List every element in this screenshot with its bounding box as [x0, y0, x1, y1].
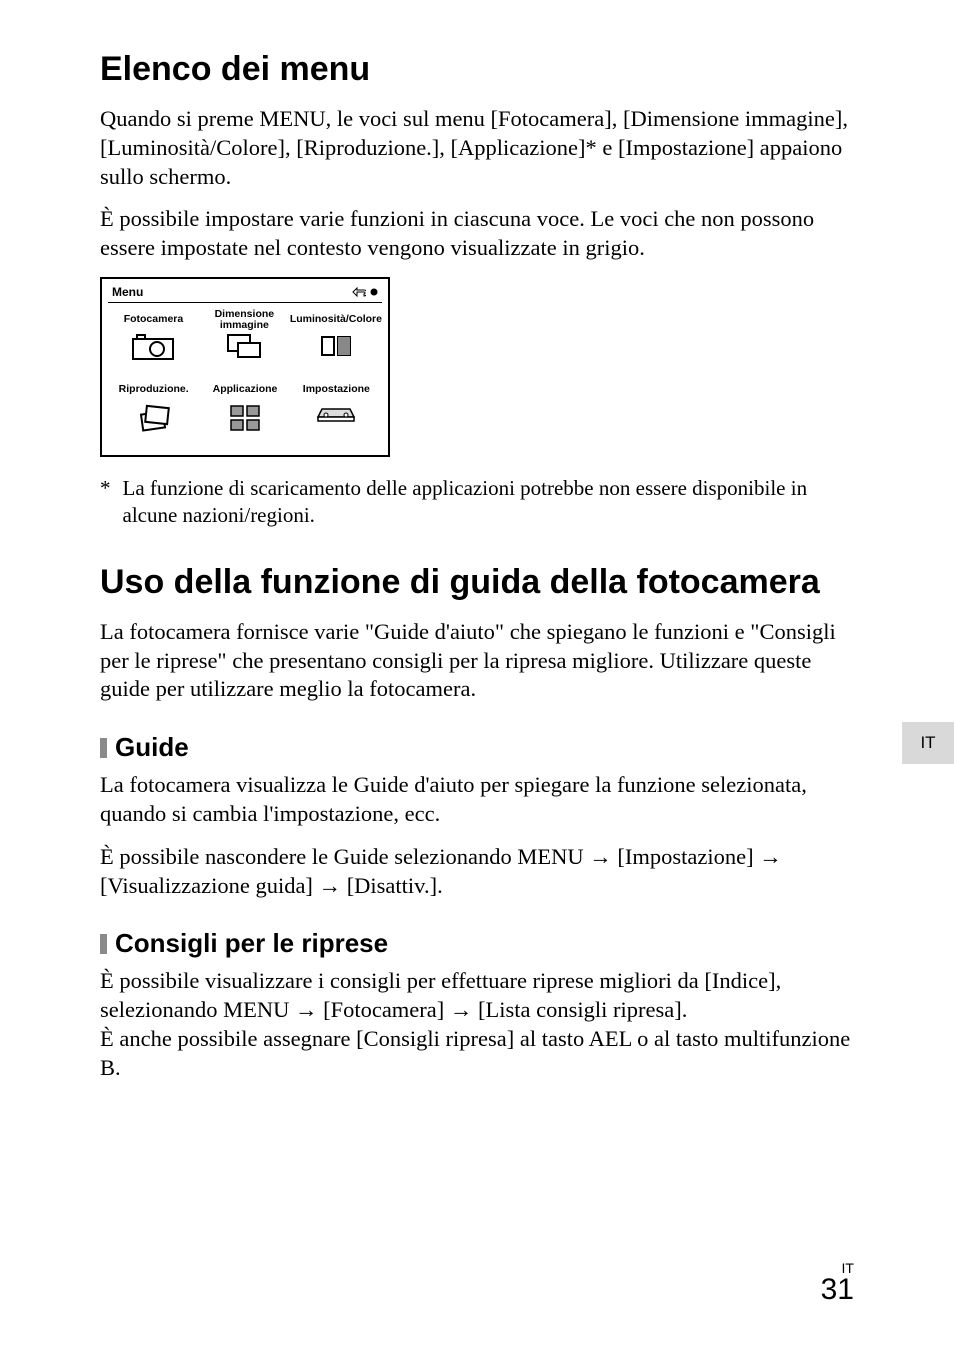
menu-header: Menu	[108, 285, 382, 303]
text-fragment: [Disattiv.].	[341, 873, 443, 898]
menu-label: Applicazione	[213, 379, 278, 401]
arrow-icon: →	[295, 997, 318, 1022]
menu-cell-dimensione: Dimensione immagine	[199, 307, 290, 377]
menu-label: Impostazione	[303, 379, 370, 401]
menu-header-icons	[352, 287, 378, 297]
page-number: 31	[821, 1273, 854, 1306]
arrow-icon: →	[319, 873, 342, 898]
text-fragment: È possibile nascondere le Guide selezion…	[100, 844, 589, 869]
setup-icon	[314, 403, 358, 427]
menu-label: Riproduzione.	[119, 379, 189, 401]
camera-icon	[131, 333, 175, 361]
text-fragment: [Lista consigli ripresa].	[472, 997, 687, 1022]
guide-paragraph-2: È possibile nascondere le Guide selezion…	[100, 843, 854, 901]
heading-menu-list: Elenco dei menu	[100, 50, 854, 89]
heading-bar-icon	[100, 738, 107, 758]
menu-screenshot: Menu Fotocamera Dimensione immagine Lumi…	[100, 277, 390, 457]
intro-paragraph-1: Quando si preme MENU, le voci sul menu […	[100, 105, 854, 191]
subheading-text: Consigli per le riprese	[115, 928, 388, 959]
back-icon	[352, 287, 366, 297]
menu-cell-applicazione: Applicazione	[199, 377, 290, 447]
guide-paragraph-1: La fotocamera visualizza le Guide d'aiut…	[100, 771, 854, 829]
page-footer: IT 31	[821, 1261, 854, 1305]
menu-cell-luminosita: Luminosità/Colore	[290, 307, 382, 377]
arrow-icon: →	[759, 844, 782, 869]
subheading-text: Guide	[115, 732, 189, 763]
subheading-guide: Guide	[100, 732, 854, 763]
heading-guide-function: Uso della funzione di guida della fotoca…	[100, 563, 854, 602]
subheading-shooting-tips: Consigli per le riprese	[100, 928, 854, 959]
playback-icon	[134, 403, 174, 433]
menu-cell-riproduzione: Riproduzione.	[108, 377, 199, 447]
menu-cell-fotocamera: Fotocamera	[108, 307, 199, 377]
language-side-tab: IT	[902, 722, 954, 764]
brightness-color-icon	[316, 333, 356, 359]
tips-paragraph-1: È possibile visualizzare i consigli per …	[100, 967, 854, 1025]
menu-label: Luminosità/Colore	[290, 309, 382, 331]
footnote: * La funzione di scaricamento delle appl…	[100, 475, 854, 529]
menu-label: Fotocamera	[124, 309, 184, 331]
menu-cell-impostazione: Impostazione	[291, 377, 382, 447]
guide-intro-paragraph: La fotocamera fornisce varie "Guide d'ai…	[100, 618, 854, 704]
text-fragment: [Visualizzazione guida]	[100, 873, 319, 898]
arrow-icon: →	[450, 997, 473, 1022]
heading-bar-icon	[100, 934, 107, 954]
text-fragment: [Impostazione]	[612, 844, 759, 869]
menu-title: Menu	[112, 285, 143, 299]
tips-paragraph-2: È anche possibile assegnare [Consigli ri…	[100, 1025, 854, 1083]
footnote-marker: *	[100, 475, 111, 529]
side-tab-label: IT	[920, 733, 935, 753]
intro-paragraph-2: È possibile impostare varie funzioni in …	[100, 205, 854, 263]
menu-row-1: Fotocamera Dimensione immagine Luminosit…	[108, 307, 382, 377]
image-size-icon	[224, 333, 264, 359]
record-icon	[370, 288, 378, 296]
arrow-icon: →	[589, 844, 612, 869]
menu-row-2: Riproduzione. Applicazione Impostazione	[108, 377, 382, 447]
text-fragment: [Fotocamera]	[317, 997, 449, 1022]
menu-label: Dimensione immagine	[199, 309, 290, 331]
application-icon	[228, 403, 262, 433]
footnote-text: La funzione di scaricamento delle applic…	[123, 475, 855, 529]
